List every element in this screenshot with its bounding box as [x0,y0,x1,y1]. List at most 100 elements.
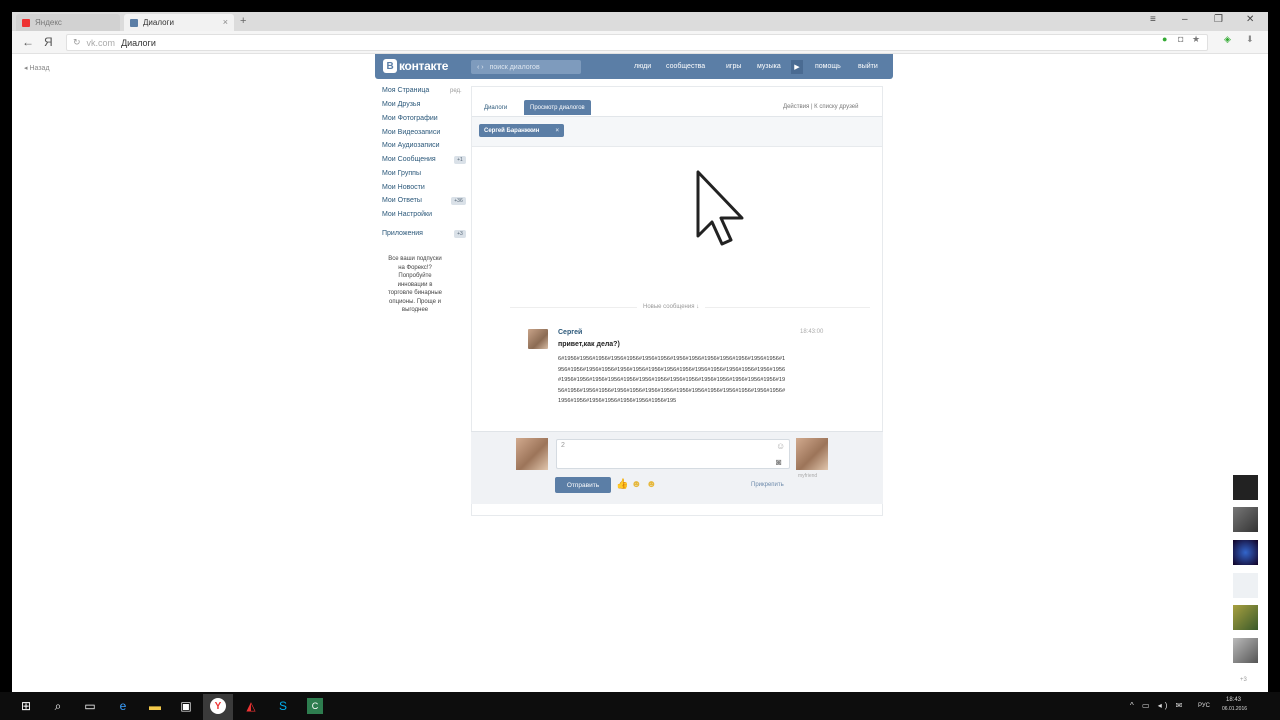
message-text: привет,как дела?) [558,341,620,348]
edge-icon[interactable]: e [115,698,131,714]
menu-edit-link[interactable]: ред. [450,88,462,94]
url-field[interactable]: ↻ vk.com Диалоги [66,34,1208,51]
vk-header: B контакте ‹ › поиск диалогов люди сообщ… [375,54,893,79]
send-button[interactable]: Отправить [555,477,611,493]
smile-emoji-icon[interactable]: ☻ [631,479,642,490]
search-input[interactable]: ‹ › поиск диалогов [471,60,581,74]
nav-communities[interactable]: сообщества [666,63,705,70]
nav-music[interactable]: музыка [757,63,781,70]
nav-logout[interactable]: выйти [858,63,878,70]
menu-videos[interactable]: Мои Видеозаписи [382,129,440,136]
vk-icon [130,18,138,27]
close-window-icon[interactable]: ✕ [1246,14,1254,25]
thumbs-up-emoji-icon[interactable]: 👍 [616,479,628,490]
tab-yandex[interactable]: Яндекс [16,14,120,31]
desktop: Яндекс Диалоги × + ≡ – ❐ ✕ ← Я ↻ vk.com … [0,0,1280,720]
search-icon: ‹ › [477,63,484,71]
input-language[interactable]: РУС [1198,703,1210,709]
answers-badge: +36 [451,197,466,205]
url-title: Диалоги [121,37,156,48]
windows-start-icon[interactable]: ⊞ [18,698,34,714]
mouse-cursor-icon [696,170,744,246]
minimize-icon[interactable]: – [1182,14,1188,25]
down-arrow-icon: ↓ [696,304,700,310]
yandex-y-icon[interactable]: Я [44,35,53,49]
tab-bar: Яндекс Диалоги × + ≡ – ❐ ✕ [12,12,1268,31]
vk-logo[interactable]: B контакте [383,59,448,73]
extension-icon[interactable]: ◈ [1224,34,1231,45]
messages-badge: +1 [454,156,466,164]
url-domain: vk.com [86,37,116,48]
menu-icon[interactable]: ≡ [1150,14,1156,25]
task-view-icon[interactable]: ▭ [82,698,98,714]
friend-avatar[interactable] [1233,638,1258,663]
actions-menu[interactable]: Действия | К списку друзей [783,104,858,110]
message-input[interactable]: 2 [556,439,790,469]
new-tab-button[interactable]: + [240,15,246,27]
tab-label: Диалоги [143,18,174,27]
tab-dialogs-list[interactable]: Диалоги [478,100,513,115]
clock-time[interactable]: 18:43 [1226,697,1241,703]
nav-help[interactable]: помощь [815,63,841,70]
new-messages-label: Новые сообщения ↓ [637,304,706,310]
menu-my-page[interactable]: Моя Страница [382,87,429,94]
search-icon[interactable]: ⌕ [50,698,66,714]
message-author[interactable]: Сергей [558,329,582,336]
menu-groups[interactable]: Мои Группы [382,170,421,177]
file-explorer-icon[interactable]: ▬ [147,698,163,714]
menu-photos[interactable]: Мои Фотографии [382,115,438,122]
peer-chip[interactable]: Сергей Баранжкин × [479,124,564,137]
friend-avatar[interactable] [1233,475,1258,500]
message-time: 18:43:00 [800,329,824,335]
vk-b-icon: B [383,59,397,73]
system-tray-icons[interactable]: ^ ▭ ◂) ✉ [1130,701,1185,710]
clock-date[interactable]: 06.01.2016 [1222,706,1247,712]
my-avatar[interactable] [516,438,548,470]
menu-messages[interactable]: Мои Сообщения [382,156,436,163]
camtasia-icon[interactable]: C [307,698,323,714]
dialog-tabs: Диалоги Просмотр диалогов Действия | К с… [472,87,882,117]
yandex-icon [22,18,30,27]
shield-icon[interactable]: ◘ [1178,34,1183,44]
wink-emoji-icon[interactable]: ☻ [646,479,657,490]
yandex-browser-icon[interactable]: Y [210,698,226,714]
bookmark-star-icon[interactable]: ★ [1192,34,1200,45]
message-body: 6#1956#1956#1956#1956#1956#1956#1956#195… [558,356,786,404]
nav-games[interactable]: игры [726,63,741,70]
tab-dialogs[interactable]: Диалоги × [124,14,234,31]
back-arrow-icon[interactable]: ← [22,35,34,49]
attach-link[interactable]: Прикрепить [751,482,784,488]
restore-icon[interactable]: ❐ [1214,14,1223,25]
friend-avatar[interactable] [1233,573,1258,598]
peer-avatar[interactable] [796,438,828,470]
emoji-picker-icon[interactable]: ☺ [776,441,785,451]
peer-bar: Сергей Баранжкин × [472,117,882,147]
nav-people[interactable]: люди [634,63,651,70]
close-tab-icon[interactable]: × [223,17,228,27]
store-icon[interactable]: ▣ [178,698,194,714]
camera-icon[interactable]: ◙ [776,457,781,467]
apps-badge: +3 [454,230,466,238]
lock-icon[interactable]: ● [1162,34,1167,44]
menu-settings[interactable]: Мои Настройки [382,211,432,218]
friends-more-icon[interactable]: +3 [1240,677,1247,683]
menu-audio[interactable]: Мои Аудиозаписи [382,142,440,149]
message-avatar[interactable] [528,329,548,349]
tab-view-dialogs[interactable]: Просмотр диалогов [524,100,591,115]
peer-avatar-label: myfriend [798,473,818,479]
skype-icon[interactable]: S [275,698,291,714]
menu-friends[interactable]: Мои Друзья [382,101,420,108]
menu-answers[interactable]: Мои Ответы [382,197,422,204]
promo-ad-text[interactable]: Все ваши подпуски на Форекс!? Попробуйте… [386,255,444,315]
download-icon[interactable]: ⬇ [1246,34,1254,45]
friend-avatar[interactable] [1233,540,1258,565]
app-icon[interactable]: ◭ [243,698,259,714]
remove-peer-icon[interactable]: × [555,128,559,134]
menu-news[interactable]: Мои Новости [382,184,425,191]
menu-apps[interactable]: Приложения [382,230,423,237]
reload-icon[interactable]: ↻ [73,37,81,48]
back-link[interactable]: ◂ Назад [24,64,50,72]
play-icon[interactable]: ▶ [791,60,803,74]
friend-avatar[interactable] [1233,507,1258,532]
friend-avatar[interactable] [1233,605,1258,630]
